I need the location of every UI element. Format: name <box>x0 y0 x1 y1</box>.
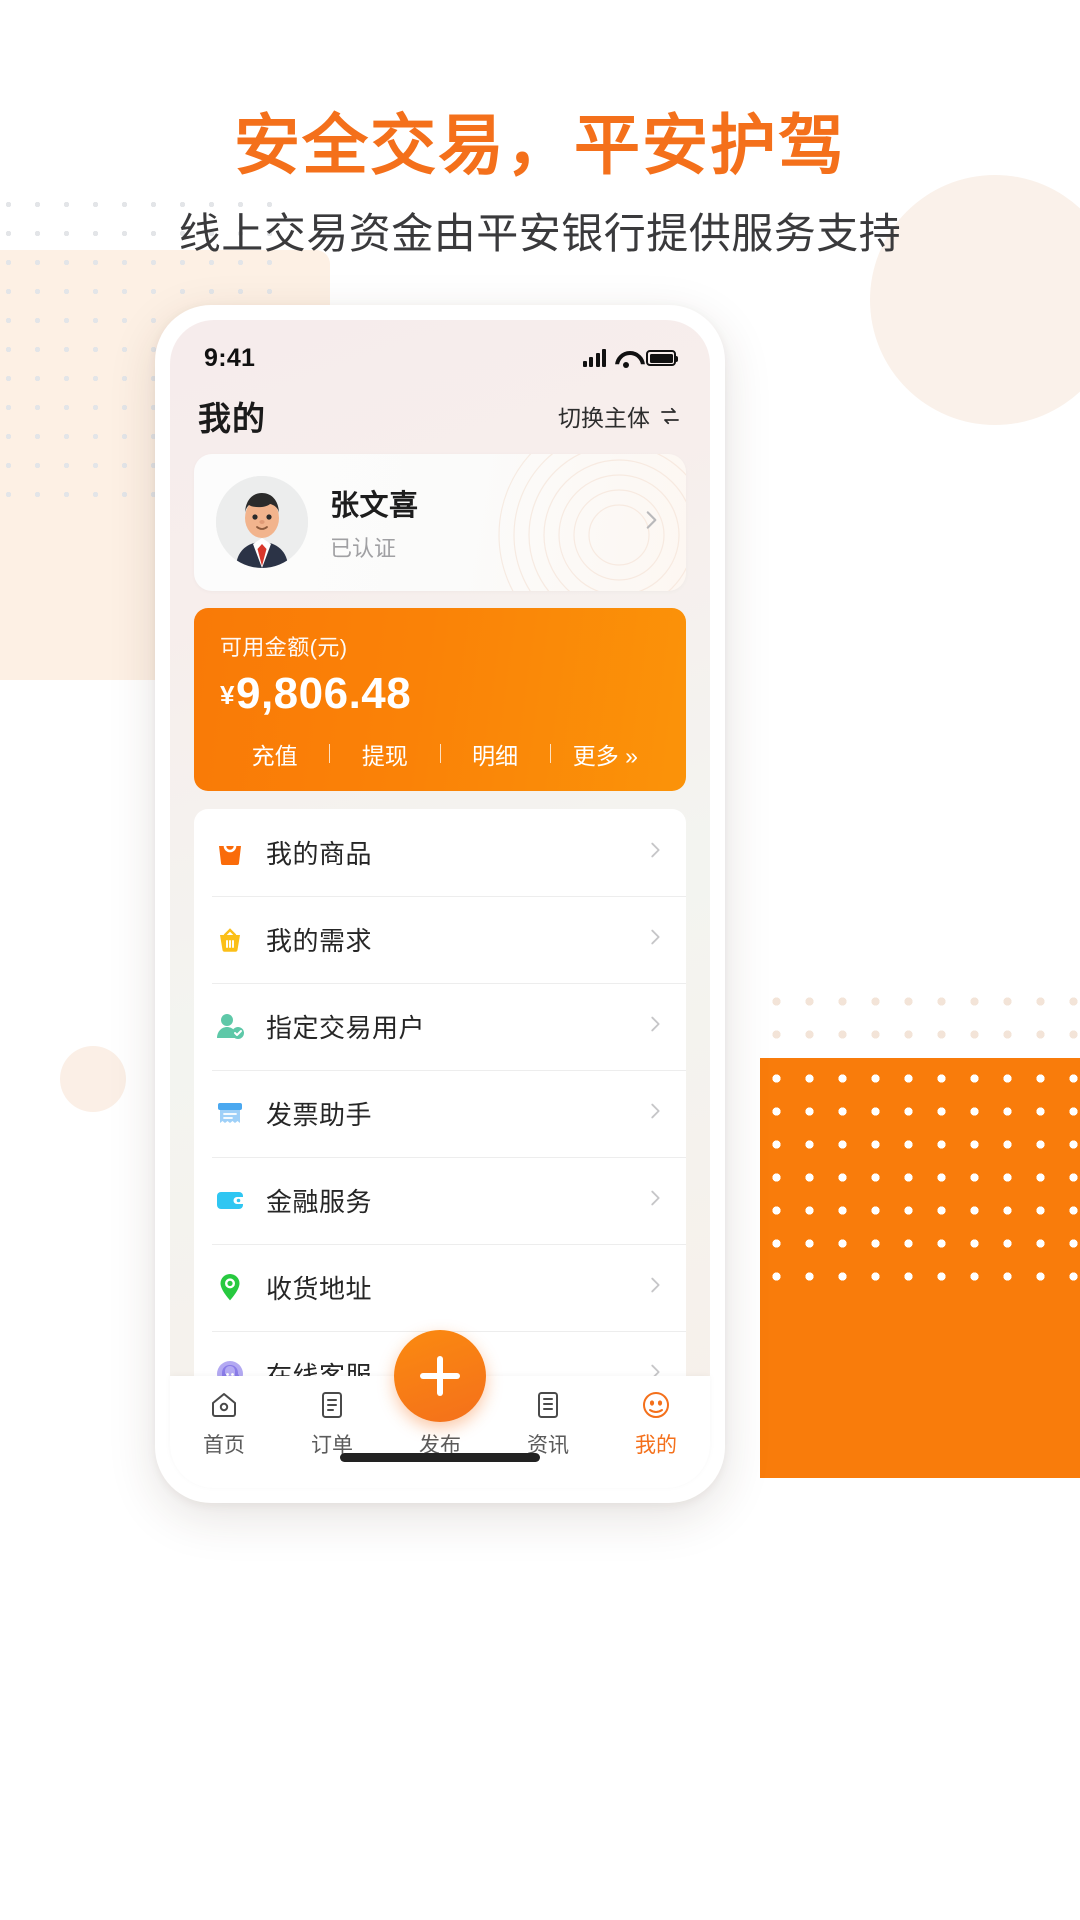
location-pin-icon <box>212 1269 248 1305</box>
status-time: 9:41 <box>204 343 256 372</box>
decor-dot-grid-right-light <box>760 985 1080 1063</box>
chevron-right-icon <box>644 1100 666 1127</box>
menu-item-label: 我的商品 <box>266 838 373 869</box>
status-bar: 9:41 <box>170 320 710 386</box>
app-header: 我的 切换主体 <box>170 386 710 454</box>
battery-icon <box>646 350 678 366</box>
menu-item-designated-users[interactable]: 指定交易用户 <box>194 982 686 1070</box>
decor-dot-grid-right <box>760 1062 1080 1282</box>
switch-entity-button[interactable]: 切换主体 <box>558 399 682 433</box>
menu-item-my-demands[interactable]: 我的需求 <box>194 895 686 983</box>
chevron-right-icon <box>644 1013 666 1040</box>
decor-circle-small-left <box>60 1046 126 1112</box>
balance-amount: ¥9,806.48 <box>220 669 660 719</box>
menu-item-my-products[interactable]: 我的商品 <box>194 809 686 896</box>
menu-item-financial-services[interactable]: 金融服务 <box>194 1156 686 1244</box>
menu-item-label: 金融服务 <box>266 1186 373 1217</box>
wifi-icon <box>615 350 637 368</box>
menu-item-label: 收货地址 <box>266 1273 373 1304</box>
balance-actions: 充值 提现 明细 更多 » <box>220 737 660 771</box>
bottom-tab-bar: 首页 订单 发布 资讯 我的 <box>170 1330 710 1488</box>
switch-entity-label: 切换主体 <box>558 405 650 431</box>
basket-icon <box>212 921 248 957</box>
recharge-button[interactable]: 充值 <box>220 737 329 771</box>
news-icon <box>533 1388 563 1422</box>
menu-item-shipping-address[interactable]: 收货地址 <box>194 1243 686 1331</box>
publish-fab-button[interactable] <box>394 1330 486 1422</box>
tab-profile[interactable]: 我的 <box>602 1388 710 1459</box>
profile-card[interactable]: 张文喜 已认证 <box>194 454 686 591</box>
hero-title: 安全交易，平安护驾 <box>234 108 846 182</box>
profile-name: 张文喜 <box>330 489 419 522</box>
avatar <box>216 476 308 569</box>
chevron-right-icon <box>644 926 666 953</box>
balance-card: 可用金额(元) ¥9,806.48 充值 提现 明细 更多 » <box>194 607 686 791</box>
order-list-icon <box>317 1388 347 1422</box>
cellular-signal-icon <box>582 349 606 367</box>
more-button[interactable]: 更多 » <box>551 737 660 771</box>
home-indicator <box>340 1453 540 1462</box>
chevron-right-icon <box>638 507 664 538</box>
tab-label: 首页 <box>203 1434 245 1457</box>
home-icon <box>209 1388 239 1422</box>
tab-home[interactable]: 首页 <box>170 1388 278 1459</box>
profile-text: 张文喜 已认证 <box>330 482 419 563</box>
switch-arrows-icon <box>658 404 682 428</box>
balance-value: 9,806.48 <box>235 668 412 718</box>
phone-mockup: 9:41 我的 切换主体 张文喜 已认证 可用金额(元) ¥9,806.48 充… <box>155 305 725 1503</box>
menu-item-label: 我的需求 <box>266 925 373 956</box>
chevron-right-icon <box>644 839 666 866</box>
chevron-right-icon <box>644 1187 666 1214</box>
user-check-icon <box>212 1008 248 1044</box>
promo-screenshot: 安全交易，平安护驾 线上交易资金由平安银行提供服务支持 9:41 我的 切换主体 <box>0 0 1080 1920</box>
hero-subtitle: 线上交易资金由平安银行提供服务支持 <box>178 209 902 257</box>
tab-news[interactable]: 资讯 <box>494 1388 602 1459</box>
currency-symbol: ¥ <box>220 679 235 710</box>
tab-orders[interactable]: 订单 <box>278 1388 386 1459</box>
menu-item-label: 指定交易用户 <box>266 1012 426 1043</box>
menu-item-invoice-assistant[interactable]: 发票助手 <box>194 1069 686 1157</box>
tab-label: 我的 <box>635 1434 677 1457</box>
profile-status: 已认证 <box>330 535 397 561</box>
page-title: 我的 <box>198 400 266 437</box>
balance-label: 可用金额(元) <box>220 634 348 660</box>
menu-item-label: 发票助手 <box>266 1099 373 1130</box>
details-button[interactable]: 明细 <box>441 737 550 771</box>
invoice-icon <box>212 1095 248 1131</box>
status-icons <box>582 349 678 368</box>
phone-screen: 9:41 我的 切换主体 张文喜 已认证 可用金额(元) ¥9,806.48 充… <box>170 320 710 1452</box>
profile-icon <box>641 1388 671 1422</box>
withdraw-button[interactable]: 提现 <box>330 737 439 771</box>
hero-section: 安全交易，平安护驾 线上交易资金由平安银行提供服务支持 <box>0 0 1080 261</box>
chevron-right-icon <box>644 1274 666 1301</box>
shopping-bag-icon <box>212 834 248 870</box>
wallet-icon <box>212 1182 248 1218</box>
